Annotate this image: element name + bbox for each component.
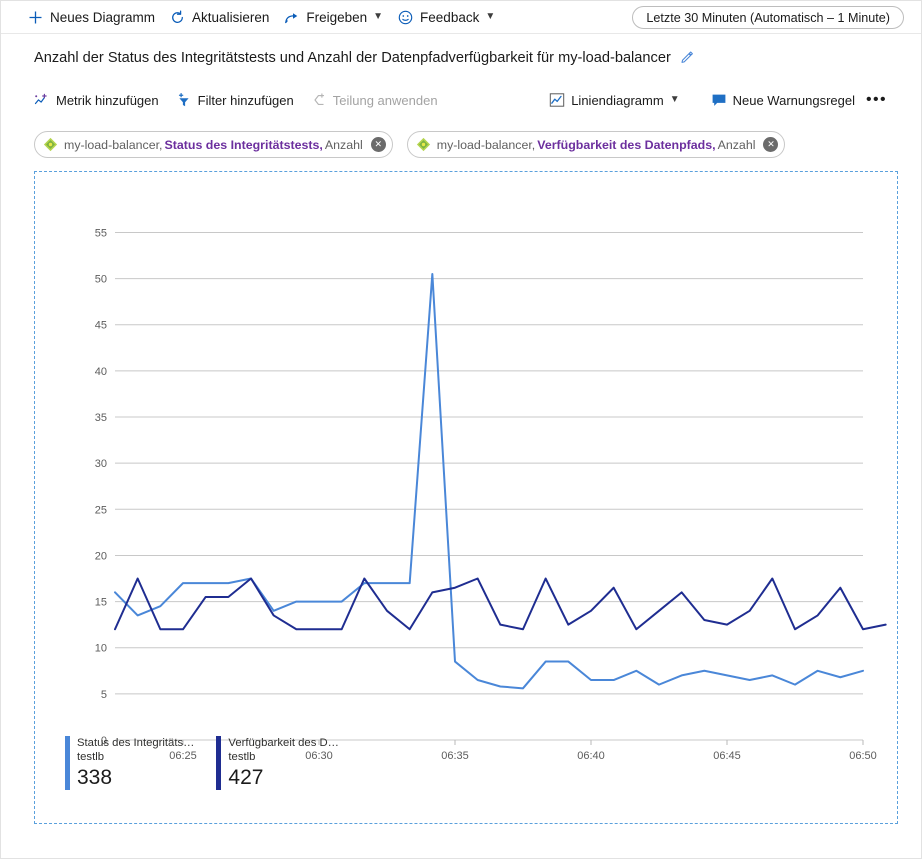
refresh-icon <box>169 9 186 26</box>
chart-type-selector[interactable]: Liniendiagramm ▼ <box>549 92 680 108</box>
share-icon <box>283 9 300 26</box>
share-label: Freigeben <box>306 9 368 25</box>
svg-text:40: 40 <box>95 366 107 378</box>
plus-icon <box>27 9 44 26</box>
pencil-icon[interactable] <box>680 51 694 65</box>
add-metric-button[interactable]: Metrik hinzufügen <box>34 92 159 108</box>
feedback-button[interactable]: Feedback ▼ <box>397 5 495 29</box>
alert-bubble-icon <box>711 92 727 108</box>
add-metric-icon <box>34 92 50 108</box>
svg-text:06:50: 06:50 <box>849 750 877 762</box>
svg-text:10: 10 <box>95 643 107 655</box>
refresh-label: Aktualisieren <box>192 9 270 25</box>
chart-legend: Status des Integritäts… testlb 338 Verfü… <box>65 736 361 790</box>
svg-text:50: 50 <box>95 274 107 286</box>
share-button[interactable]: Freigeben ▼ <box>283 5 383 29</box>
svg-text:15: 15 <box>95 597 107 609</box>
add-metric-label: Metrik hinzufügen <box>56 92 159 108</box>
apply-splitting-button[interactable]: Teilung anwenden <box>311 92 438 108</box>
chip-resource: my-load-balancer, <box>436 137 536 152</box>
close-icon[interactable]: ✕ <box>763 137 779 152</box>
legend-metric-name: Status des Integritäts… <box>77 737 195 749</box>
new-chart-button[interactable]: Neues Diagramm <box>27 5 155 29</box>
feedback-label: Feedback <box>420 9 480 25</box>
legend-value: 338 <box>77 766 113 789</box>
chip-resource: my-load-balancer, <box>64 137 163 152</box>
legend-item-datapath[interactable]: Verfügbarkeit des D… testlb 427 <box>216 736 339 790</box>
new-alert-rule-button[interactable]: Neue Warnungsregel <box>711 92 855 108</box>
svg-text:45: 45 <box>95 320 107 332</box>
metric-chip-health-probe[interactable]: my-load-balancer, Status des Integritäts… <box>34 131 393 158</box>
svg-text:30: 30 <box>95 458 107 470</box>
chevron-down-icon: ▼ <box>669 94 680 105</box>
chart-type-label: Liniendiagramm <box>571 92 664 108</box>
chevron-down-icon: ▼ <box>485 11 496 22</box>
chart-panel[interactable]: 0 5 10 15 20 25 30 35 40 45 50 55 06:25 06:30 06:35 06:… <box>34 171 898 824</box>
chip-metric: Verfügbarkeit des Datenpfads, <box>537 137 716 152</box>
svg-text:55: 55 <box>95 227 107 239</box>
load-balancer-icon <box>43 137 58 152</box>
legend-color-swatch <box>65 736 70 790</box>
time-range-picker[interactable]: Letzte 30 Minuten (Automatisch – 1 Minut… <box>632 6 904 29</box>
time-range-label: Letzte 30 Minuten (Automatisch – 1 Minut… <box>646 10 890 25</box>
svg-text:06:35: 06:35 <box>441 750 469 762</box>
metrics-explorer-page: Neues Diagramm Aktualisieren Freigeben ▼ <box>0 0 922 859</box>
add-filter-label: Filter hinzufügen <box>197 92 294 108</box>
svg-text:20: 20 <box>95 550 107 562</box>
chart-title-row: Anzahl der Status des Integritätstests u… <box>34 47 694 69</box>
load-balancer-icon <box>416 137 431 152</box>
new-alert-rule-label: Neue Warnungsregel <box>732 92 855 108</box>
filter-icon <box>176 92 192 108</box>
top-command-bar: Neues Diagramm Aktualisieren Freigeben ▼ <box>1 1 921 34</box>
legend-item-health-probe[interactable]: Status des Integritäts… testlb 338 <box>65 736 194 790</box>
legend-metric-name: Verfügbarkeit des D… <box>228 737 339 749</box>
line-chart-icon <box>549 92 565 108</box>
legend-value: 427 <box>228 766 264 789</box>
svg-text:06:45: 06:45 <box>713 750 741 762</box>
refresh-button[interactable]: Aktualisieren <box>169 5 269 29</box>
splitting-icon <box>311 92 327 108</box>
add-filter-button[interactable]: Filter hinzufügen <box>176 92 294 108</box>
legend-resource-name: testlb <box>77 751 105 763</box>
apply-splitting-label: Teilung anwenden <box>332 92 438 108</box>
legend-resource-name: testlb <box>228 751 256 763</box>
metric-chip-datapath[interactable]: my-load-balancer, Verfügbarkeit des Date… <box>406 131 786 158</box>
chip-aggregation: Anzahl <box>324 137 363 152</box>
svg-text:35: 35 <box>95 412 107 424</box>
smiley-icon <box>397 9 414 26</box>
metric-chip-row: my-load-balancer, Status des Integritäts… <box>34 131 799 158</box>
chip-aggregation: Anzahl <box>717 137 756 152</box>
more-options-button[interactable]: ••• <box>863 91 890 109</box>
legend-color-swatch <box>216 736 222 790</box>
svg-text:25: 25 <box>95 504 107 516</box>
svg-text:5: 5 <box>101 689 107 701</box>
page-title: Anzahl der Status des Integritätstests u… <box>34 50 671 66</box>
metrics-line-chart[interactable]: 051015202530354045505506:25 06:30 06:35 06:… <box>35 172 897 823</box>
chevron-down-icon: ▼ <box>373 11 384 22</box>
chip-metric: Status des Integritätstests, <box>164 137 323 152</box>
close-icon[interactable]: ✕ <box>370 137 386 152</box>
svg-text:06:40: 06:40 <box>577 750 605 762</box>
new-chart-label: Neues Diagramm <box>50 9 156 25</box>
metric-toolbar: Metrik hinzufügen Filter hinzufügen Teil… <box>34 87 890 113</box>
